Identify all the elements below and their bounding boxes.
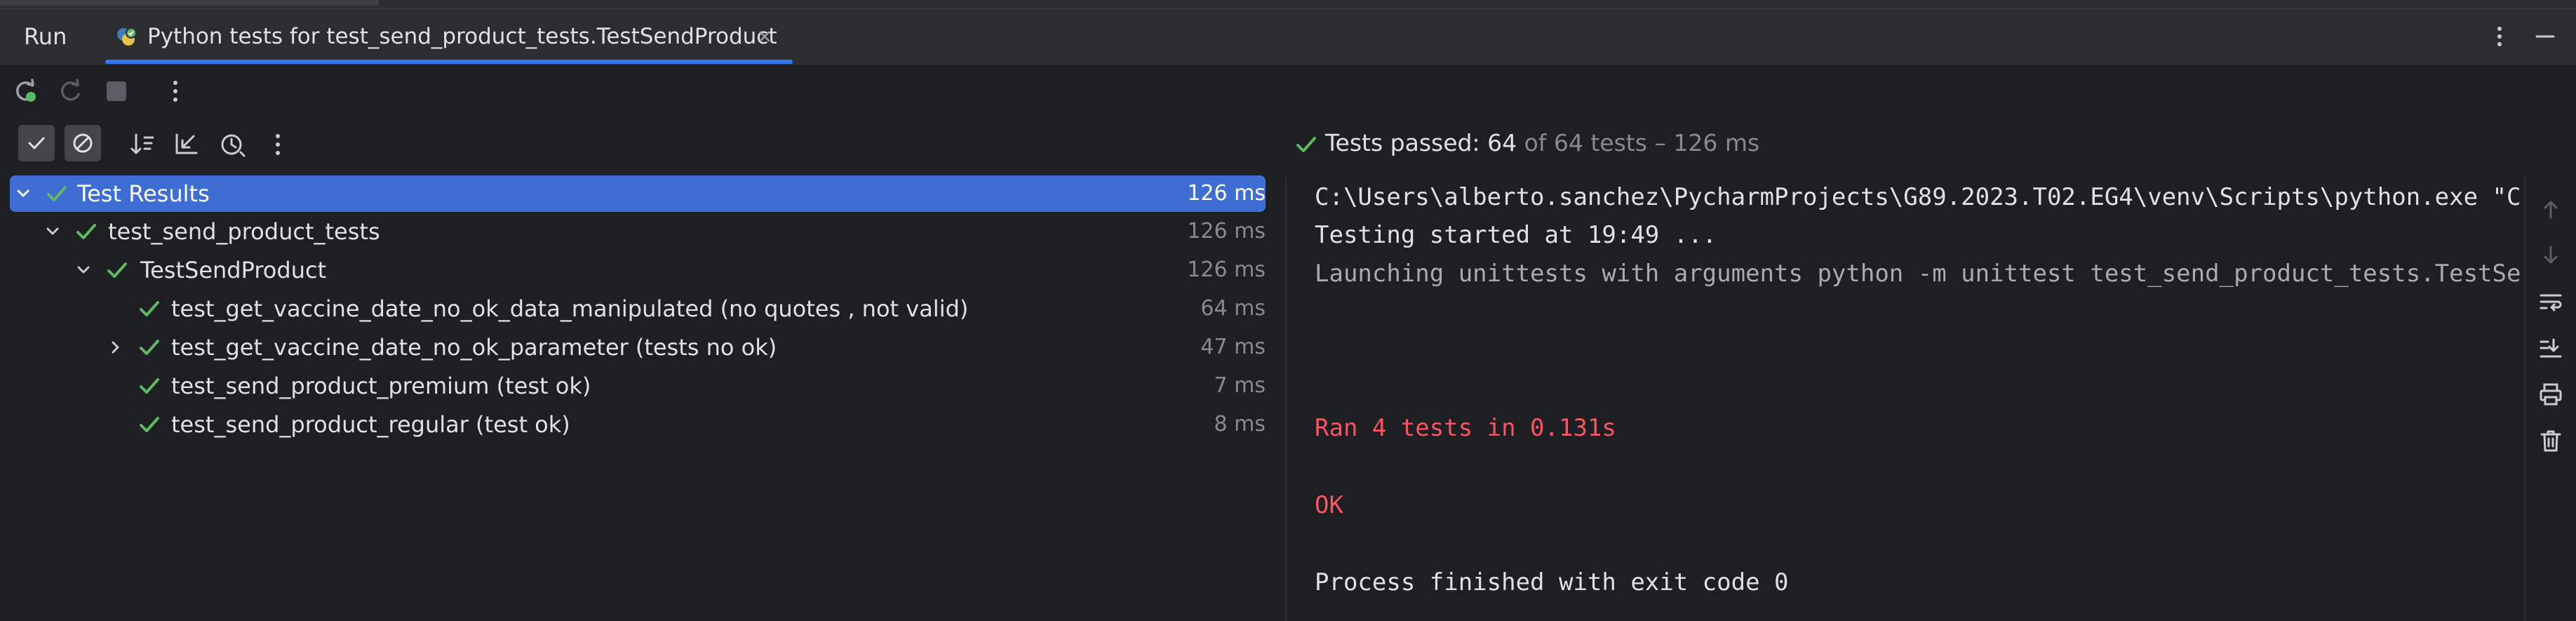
arrow-up-icon[interactable] [2538,196,2563,222]
tree-row-test[interactable]: test_get_vaccine_date_no_ok_data_manipul… [10,291,1266,327]
chevron-down-icon[interactable] [14,185,32,203]
tree-row-label: test_send_product_regular (test ok) [171,411,570,438]
passed-check-icon [140,340,159,355]
rerun-failed-icon[interactable] [55,76,86,107]
tree-row-label: test_get_vaccine_date_no_ok_data_manipul… [171,295,969,322]
collapse-icon[interactable] [171,129,202,160]
tree-row-duration: 126 ms [1187,181,1266,206]
passed-check-icon [47,186,67,201]
run-tool-window-title: Run [24,23,67,50]
tab-title: Python tests for test_send_product_tests… [147,24,777,49]
soft-wrap-icon[interactable] [2538,289,2563,314]
console-line-launching: Launching unittests with arguments pytho… [1315,260,2523,288]
tests-total-duration: of 64 tests – 126 ms [1524,129,1760,156]
more-vertical-icon[interactable] [160,76,191,107]
more-vertical-icon[interactable] [2489,25,2510,48]
tree-row-duration: 7 ms [1214,373,1266,398]
passed-check-icon [140,417,159,432]
horizontal-scrollbar[interactable] [0,0,379,6]
tree-row-test[interactable]: test_send_product_premium (test ok) 7 ms [10,368,1266,404]
tree-row-test-results[interactable]: Test Results 126 ms [10,175,1266,212]
tree-row-label: test_send_product_tests [108,218,380,245]
close-icon[interactable] [754,26,775,47]
passed-check-icon [76,224,96,239]
chevron-down-icon[interactable] [43,222,62,241]
console-line-ok: OK [1315,491,1343,519]
tree-row-module[interactable]: test_send_product_tests 126 ms [10,213,1266,250]
trash-icon[interactable] [2538,428,2563,453]
show-passed-toggle[interactable] [18,125,55,161]
tree-row-duration: 126 ms [1187,219,1266,243]
tree-row-duration: 126 ms [1187,258,1266,282]
run-tool-window-header: Run Python tests for test_send_product_t… [0,9,2576,65]
top-strip [0,0,2576,9]
tree-row-label: TestSendProduct [140,257,327,283]
run-toolbar [0,65,2576,118]
console-line-command: C:\Users\alberto.sanchez\PycharmProjects… [1315,183,2523,211]
console-line-exit: Process finished with exit code 0 [1315,568,1789,596]
panel-splitter[interactable] [1285,175,1287,621]
minimize-icon[interactable] [2533,25,2558,48]
sort-icon[interactable] [128,129,159,160]
console-side-toolbar [2524,175,2576,621]
arrow-down-icon[interactable] [2538,243,2563,268]
rerun-icon[interactable] [10,76,41,107]
test-tree-toolbar [0,122,1284,168]
tree-row-test[interactable]: test_get_vaccine_date_no_ok_parameter (t… [10,329,1266,366]
test-status-summary: Tests passed: 64 of 64 tests – 126 ms [1294,123,1759,163]
tree-row-duration: 8 ms [1214,412,1266,436]
console-line-started: Testing started at 19:49 ... [1315,221,1717,249]
history-icon[interactable] [217,129,248,160]
passed-check-icon [140,378,159,394]
show-ignored-toggle[interactable] [65,125,101,161]
console-output[interactable]: C:\Users\alberto.sanchez\PycharmProjects… [1288,175,2523,621]
passed-check-icon [140,301,159,316]
tree-row-test[interactable]: test_send_product_regular (test ok) 8 ms [10,406,1266,443]
chevron-right-icon[interactable] [107,338,125,356]
tree-row-class[interactable]: TestSendProduct 126 ms [10,252,1266,288]
tree-row-label: test_send_product_premium (test ok) [171,373,591,399]
more-vertical-icon[interactable] [262,129,293,160]
show-ignored-icon [73,133,93,153]
tests-passed-count: Tests passed: 64 [1325,129,1517,156]
chevron-down-icon[interactable] [74,261,93,279]
stop-icon[interactable] [101,76,132,107]
tree-row-duration: 47 ms [1200,335,1266,359]
console-line-ran: Ran 4 tests in 0.131s [1315,414,1616,442]
python-test-icon [117,27,137,46]
tree-row-label: Test Results [77,180,210,207]
check-icon [1296,136,1316,152]
tab-selected-underline [105,60,793,64]
show-passed-icon [28,137,45,149]
test-results-tree: Test Results 126 ms test_send_product_te… [0,175,1284,621]
print-icon[interactable] [2538,382,2563,407]
tab-python-tests[interactable]: Python tests for test_send_product_tests… [105,9,793,64]
scroll-to-end-icon[interactable] [2538,335,2563,361]
tree-row-duration: 64 ms [1200,296,1266,321]
tree-row-label: test_get_vaccine_date_no_ok_parameter (t… [171,334,777,361]
passed-check-icon [107,262,127,278]
